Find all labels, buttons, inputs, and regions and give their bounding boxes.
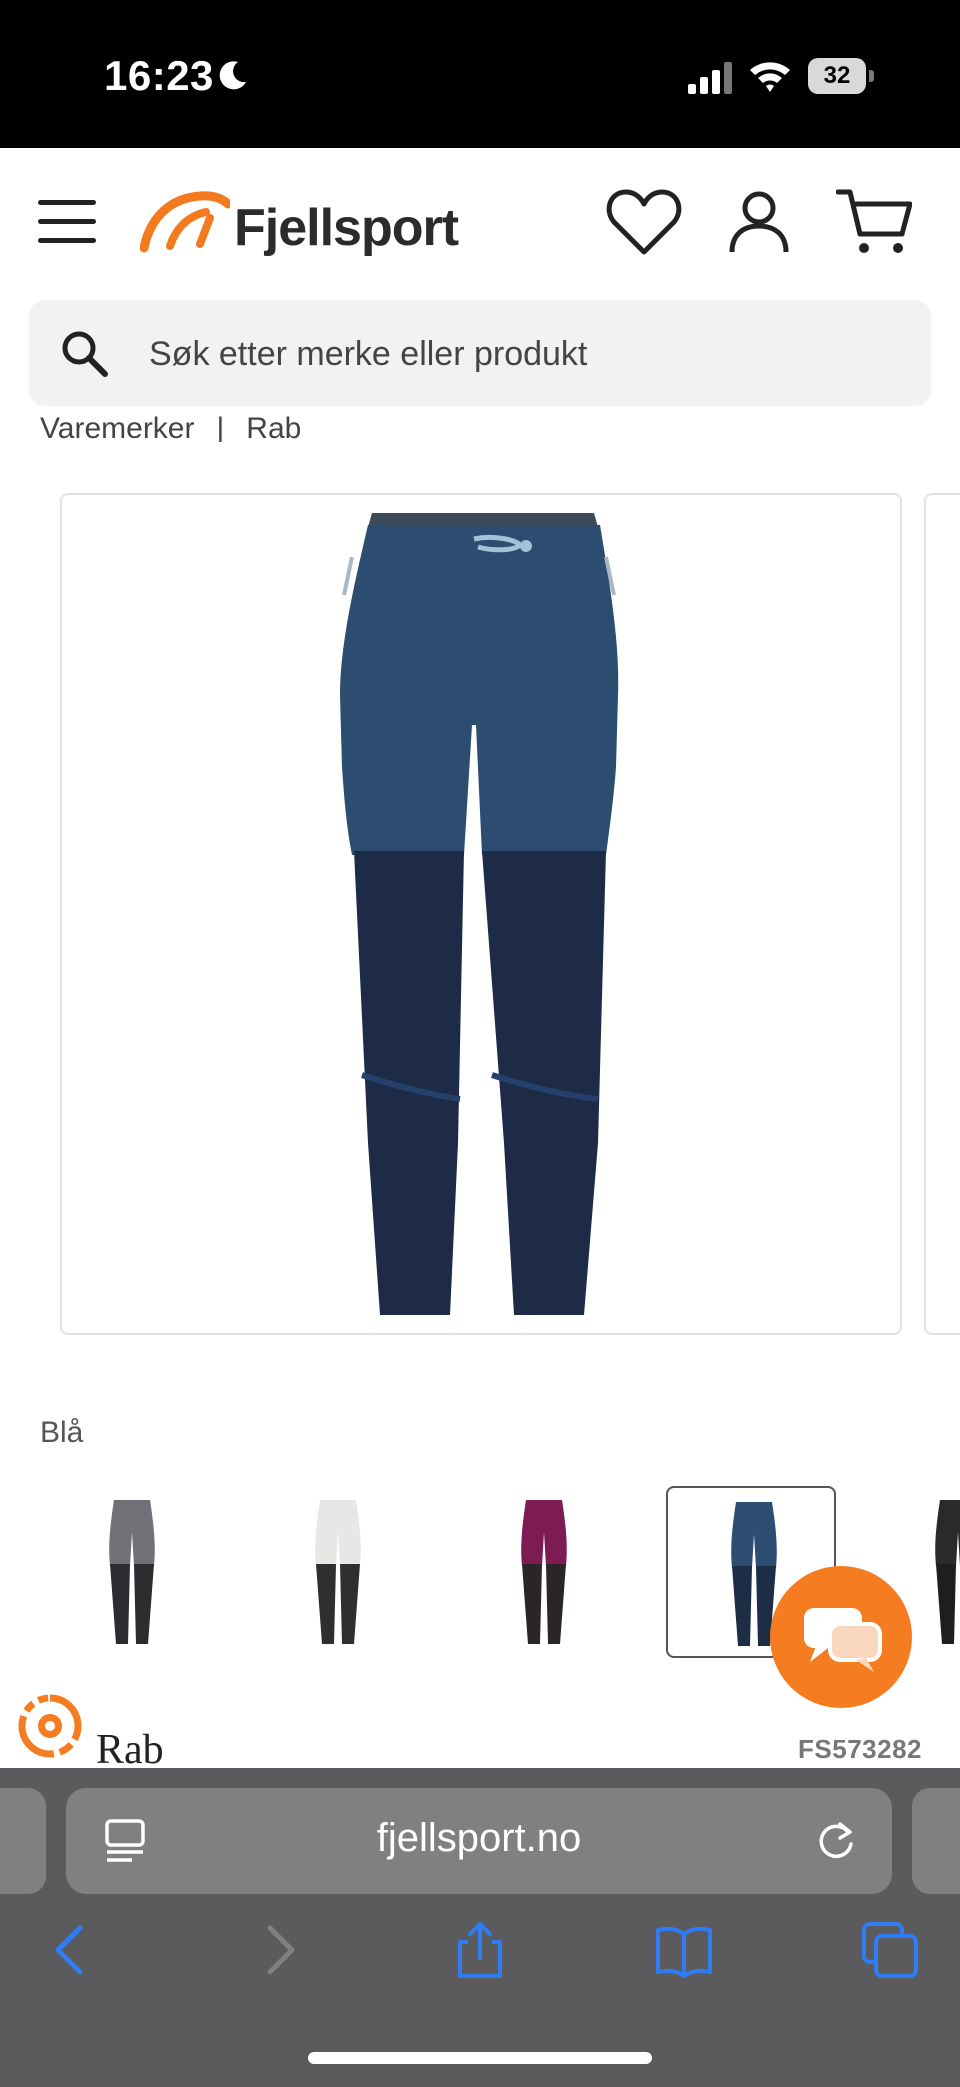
reload-icon[interactable] <box>814 1818 858 1864</box>
breadcrumb-item[interactable]: Rab <box>246 412 301 442</box>
wifi-icon <box>750 62 790 92</box>
breadcrumb-item[interactable]: Varemerker <box>40 412 194 442</box>
recycle-badge-icon <box>18 1694 82 1758</box>
bookmarks-icon[interactable] <box>654 1920 714 1980</box>
logo-mark-icon <box>140 191 230 253</box>
chat-bubble-icon <box>804 1608 882 1672</box>
logo-text: Fjellsport <box>234 199 459 257</box>
battery-level: 32 <box>808 58 866 94</box>
back-icon[interactable] <box>42 1920 102 1980</box>
site-header: Fjellsport <box>0 148 960 298</box>
cart-icon[interactable] <box>836 186 912 258</box>
status-bar: 16:23 32 <box>0 0 960 148</box>
next-product-image[interactable] <box>924 493 960 1335</box>
home-indicator <box>308 2052 652 2064</box>
signal-icon <box>688 62 732 94</box>
search-bar[interactable] <box>29 300 931 406</box>
product-meta-row: Rab FS573282 <box>0 1690 960 1773</box>
battery-indicator: 32 <box>808 58 874 94</box>
url-text: fjellsport.no <box>376 1816 582 1860</box>
wishlist-heart-icon[interactable] <box>606 188 682 258</box>
product-image <box>340 513 619 1315</box>
product-sku: FS573282 <box>798 1734 922 1764</box>
pants-thumbnail-icon <box>109 1500 155 1644</box>
share-icon[interactable] <box>450 1920 510 1980</box>
moon-icon <box>219 61 246 90</box>
browser-chrome: fjellsport.no <box>0 1768 960 2087</box>
pants-thumbnail-icon <box>315 1500 361 1644</box>
tabs-icon[interactable] <box>860 1920 920 1980</box>
forward-icon[interactable] <box>248 1920 308 1980</box>
account-user-icon[interactable] <box>728 190 790 256</box>
status-time: 16:23 <box>104 52 214 99</box>
product-image-carousel[interactable] <box>60 493 902 1335</box>
address-bar[interactable]: fjellsport.no <box>66 1788 892 1894</box>
chat-button[interactable] <box>770 1566 912 1708</box>
brand-logo[interactable]: Rab <box>96 1726 164 1774</box>
color-swatch-purple-black-pants[interactable] <box>458 1486 628 1658</box>
menu-icon[interactable] <box>38 198 96 246</box>
search-input[interactable] <box>147 322 911 386</box>
search-icon <box>62 331 108 377</box>
next-tab[interactable] <box>912 1788 960 1894</box>
selected-color-label: Blå <box>40 1416 84 1449</box>
previous-tab[interactable] <box>0 1788 46 1894</box>
color-swatch-white-black-pants[interactable] <box>252 1486 422 1658</box>
color-swatch-grey-black-pants[interactable] <box>46 1486 216 1658</box>
breadcrumb: Varemerker | Rab <box>40 412 301 442</box>
site-logo[interactable]: Fjellsport <box>140 188 470 258</box>
pants-thumbnail-icon <box>521 1500 567 1644</box>
